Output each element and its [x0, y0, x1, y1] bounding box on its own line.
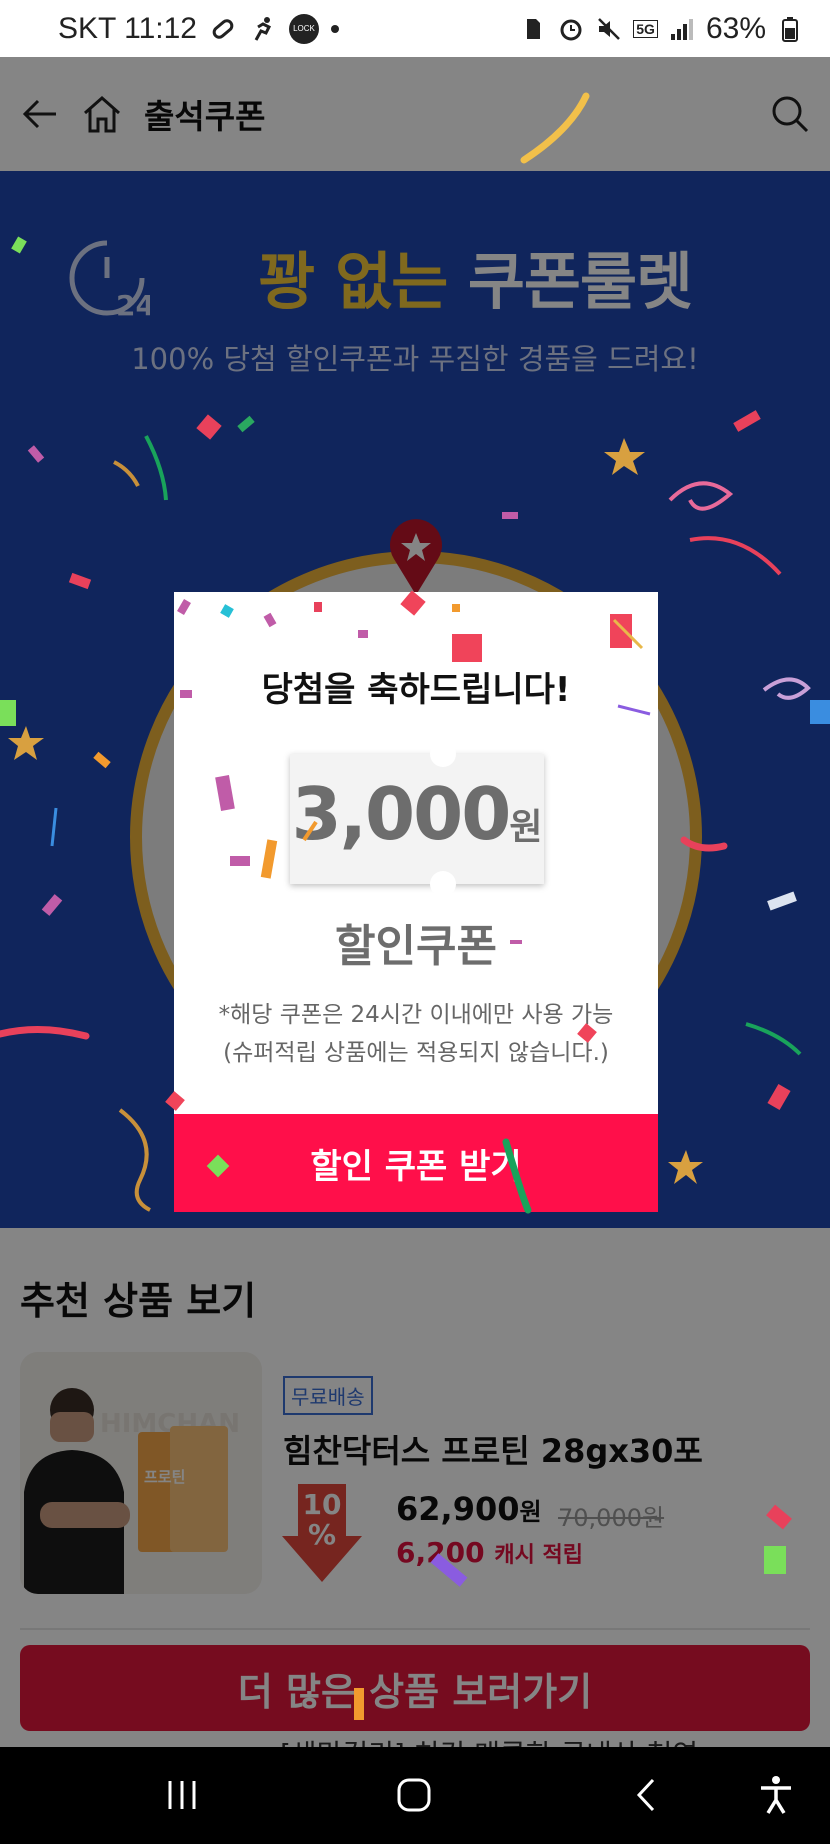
amount-unit: 원: [509, 807, 543, 848]
back-icon[interactable]: [618, 1767, 674, 1823]
status-bar: SKT 11:12 LOCK 5G 63%: [0, 0, 830, 57]
system-nav-bar: [0, 1747, 830, 1844]
recent-apps-icon[interactable]: [154, 1767, 210, 1823]
accessibility-icon[interactable]: [748, 1767, 804, 1823]
status-time: SKT 11:12: [58, 11, 197, 45]
coupon-ticket: 3,000원: [290, 741, 544, 897]
battery-icon: [776, 15, 804, 43]
notification-dot: [330, 24, 339, 33]
ticket-notch: [430, 741, 456, 767]
get-coupon-button[interactable]: 할인 쿠폰 받기: [174, 1114, 658, 1212]
lock-badge-icon: LOCK: [288, 13, 319, 44]
alarm-icon: [557, 15, 585, 43]
win-popup: 당첨을 축하드립니다! 3,000원 할인쿠폰 *해당 쿠폰은 24시간 이내에…: [174, 592, 658, 1212]
coupon-label: 할인쿠폰: [335, 921, 497, 972]
battery-percent: 63%: [705, 11, 766, 45]
link-icon: [209, 15, 237, 43]
running-icon: [249, 15, 277, 43]
mute-icon: [595, 15, 623, 43]
note-line-2: (슈퍼적립 상품에는 적용되지 않습니다.): [223, 1040, 609, 1066]
amount-value: 3,000: [291, 772, 512, 856]
signal-icon: [668, 15, 696, 43]
home-button-icon[interactable]: [386, 1767, 442, 1823]
ticket-notch: [430, 871, 456, 897]
note-line-1: *해당 쿠폰은 24시간 이내에만 사용 가능: [218, 1002, 614, 1028]
popup-title: 당첨을 축하드립니다!: [261, 670, 571, 710]
sim-icon: [519, 15, 547, 43]
network-type: 5G: [633, 19, 658, 38]
coupon-note: *해당 쿠폰은 24시간 이내에만 사용 가능 (슈퍼적립 상품에는 적용되지 …: [174, 996, 658, 1072]
coupon-amount: 3,000원: [290, 772, 544, 856]
